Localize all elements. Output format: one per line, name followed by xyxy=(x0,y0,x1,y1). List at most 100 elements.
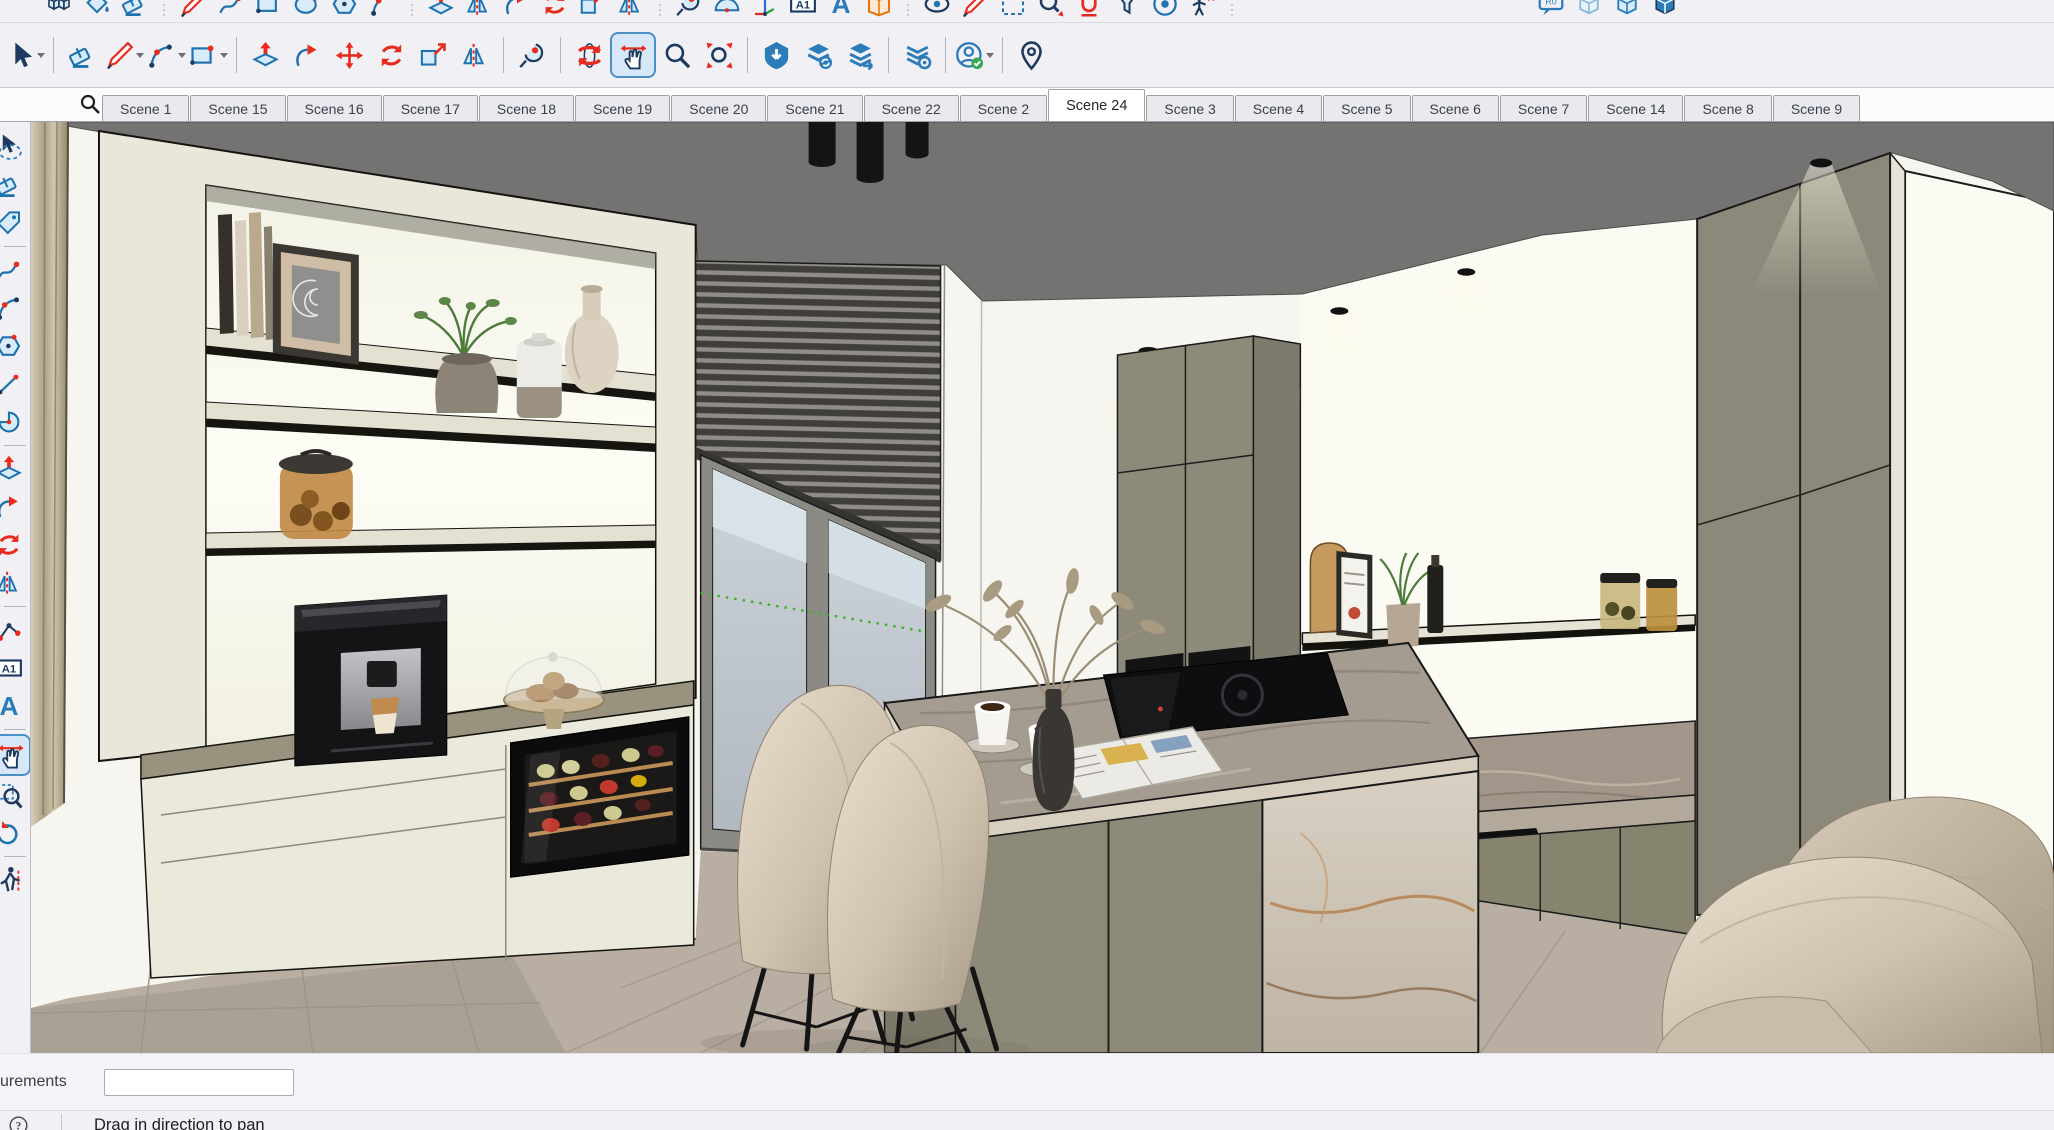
tool-offset[interactable] xyxy=(0,564,27,602)
tool-polygon[interactable] xyxy=(326,0,364,22)
tool-paint-bucket[interactable] xyxy=(78,0,116,22)
tool-arc[interactable] xyxy=(364,0,402,22)
tool-box-light[interactable] xyxy=(1570,0,1608,22)
scene-tab-scene-18[interactable]: Scene 18 xyxy=(479,95,574,121)
tool-followme[interactable] xyxy=(0,488,27,526)
tool-layers-share[interactable] xyxy=(839,34,881,76)
dropdown-caret[interactable] xyxy=(136,53,144,58)
tool-scale[interactable] xyxy=(412,34,454,76)
scene-tab-scene-22[interactable]: Scene 22 xyxy=(864,95,959,121)
tool-look-around[interactable] xyxy=(918,0,956,22)
tool-scale[interactable] xyxy=(574,0,612,22)
tool-pencil[interactable] xyxy=(956,0,994,22)
tool-walk[interactable] xyxy=(0,861,27,899)
tool-pan-active[interactable] xyxy=(0,734,31,776)
tool-line[interactable] xyxy=(0,365,27,403)
tool-pushpull[interactable] xyxy=(422,0,460,22)
tool-pie[interactable] xyxy=(0,403,27,441)
dropdown-caret[interactable] xyxy=(178,53,186,58)
tool-axes[interactable] xyxy=(746,0,784,22)
tool-pushpull[interactable] xyxy=(244,34,286,76)
tool-select-region[interactable] xyxy=(994,0,1032,22)
tool-arc[interactable] xyxy=(0,289,27,327)
dropdown-caret[interactable] xyxy=(986,53,994,58)
scene-tab-scene-3[interactable]: Scene 3 xyxy=(1146,95,1233,121)
scene-tab-scene-20[interactable]: Scene 20 xyxy=(671,95,766,121)
tool-offset[interactable] xyxy=(454,34,496,76)
tool-offset[interactable] xyxy=(460,0,498,22)
tool-section[interactable] xyxy=(860,0,898,22)
tool-polygon[interactable] xyxy=(0,327,27,365)
tool-select-lasso[interactable] xyxy=(0,128,27,166)
tool-zoom-extents[interactable] xyxy=(698,34,740,76)
search-icon[interactable] xyxy=(78,92,102,116)
tool-dimension-a1[interactable]: A1 xyxy=(0,649,27,687)
dropdown-caret[interactable] xyxy=(220,53,228,58)
tool-refresh[interactable] xyxy=(0,814,27,852)
tool-protractor[interactable] xyxy=(708,0,746,22)
scene-tab-scene-7[interactable]: Scene 7 xyxy=(1500,95,1587,121)
tool-text-3d[interactable]: A xyxy=(822,0,860,22)
scene-tab-scene-19[interactable]: Scene 19 xyxy=(575,95,670,121)
tool-box-solid[interactable] xyxy=(1646,0,1684,22)
scene-tab-scene-16[interactable]: Scene 16 xyxy=(287,95,382,121)
scene-tab-scene-1[interactable]: Scene 1 xyxy=(102,95,189,121)
scene-tab-scene-6[interactable]: Scene 6 xyxy=(1412,95,1499,121)
tool-tape[interactable] xyxy=(670,0,708,22)
tool-rotate[interactable] xyxy=(370,34,412,76)
tool-avatar[interactable] xyxy=(953,34,995,76)
tool-funnel[interactable] xyxy=(1108,0,1146,22)
tool-freehand[interactable] xyxy=(0,251,27,289)
tool-wh-download[interactable] xyxy=(755,34,797,76)
tool-zoom-window[interactable] xyxy=(1032,0,1070,22)
viewport-canvas[interactable] xyxy=(31,122,2054,1053)
tool-orbit[interactable] xyxy=(568,34,610,76)
tool-tape[interactable] xyxy=(511,34,553,76)
scene-tab-scene-21[interactable]: Scene 21 xyxy=(767,95,862,121)
tool-pencil[interactable] xyxy=(174,0,212,22)
scene-tab-scene-17[interactable]: Scene 17 xyxy=(383,95,478,121)
measurements-input[interactable] xyxy=(104,1069,294,1096)
tool-rotate[interactable] xyxy=(536,0,574,22)
dropdown-caret[interactable] xyxy=(37,53,45,58)
tool-select[interactable] xyxy=(4,34,46,76)
tool-move[interactable] xyxy=(328,34,370,76)
viewport[interactable] xyxy=(31,122,2054,1053)
tool-freehand[interactable] xyxy=(212,0,250,22)
scene-tab-scene-15[interactable]: Scene 15 xyxy=(190,95,285,121)
tool-dimension-a1[interactable]: A1 xyxy=(784,0,822,22)
tool-label-tag[interactable] xyxy=(0,204,27,242)
tool-orbit-dot[interactable] xyxy=(1146,0,1184,22)
scene-tab-scene-4[interactable]: Scene 4 xyxy=(1235,95,1322,121)
tool-text-3d[interactable]: A xyxy=(0,687,27,725)
tool-scatter[interactable] xyxy=(0,611,27,649)
tool-pencil[interactable] xyxy=(103,34,145,76)
tool-person-x[interactable] xyxy=(1184,0,1222,22)
scene-tab-scene-5[interactable]: Scene 5 xyxy=(1323,95,1410,121)
tool-components[interactable] xyxy=(40,0,78,22)
tool-pin[interactable] xyxy=(1010,34,1052,76)
tool-eraser[interactable] xyxy=(0,166,27,204)
tool-box-open[interactable] xyxy=(1608,0,1646,22)
scene-tab-scene-2[interactable]: Scene 2 xyxy=(960,95,1047,121)
tool-zoom-region[interactable] xyxy=(0,776,27,814)
tool-pushpull[interactable] xyxy=(0,450,27,488)
tool-bubble[interactable]: R0 xyxy=(1532,0,1570,22)
tool-rect[interactable] xyxy=(250,0,288,22)
tool-rect[interactable] xyxy=(187,34,229,76)
scene-tab-scene-24[interactable]: Scene 24 xyxy=(1048,89,1145,121)
tool-circle[interactable] xyxy=(288,0,326,22)
tool-followme[interactable] xyxy=(286,34,328,76)
tool-eraser[interactable] xyxy=(116,0,154,22)
tool-zoom[interactable] xyxy=(656,34,698,76)
tool-ext-gear[interactable] xyxy=(896,34,938,76)
scene-tab-scene-8[interactable]: Scene 8 xyxy=(1684,95,1771,121)
tool-arc[interactable] xyxy=(145,34,187,76)
tool-wh-share[interactable] xyxy=(797,34,839,76)
tool-underline-u[interactable] xyxy=(1070,0,1108,22)
tool-rotate[interactable] xyxy=(0,526,27,564)
scene-tab-scene-14[interactable]: Scene 14 xyxy=(1588,95,1683,121)
scene-tab-scene-9[interactable]: Scene 9 xyxy=(1773,95,1860,121)
tool-pan-active[interactable] xyxy=(610,32,656,78)
help-icon[interactable]: ? xyxy=(8,1115,29,1130)
